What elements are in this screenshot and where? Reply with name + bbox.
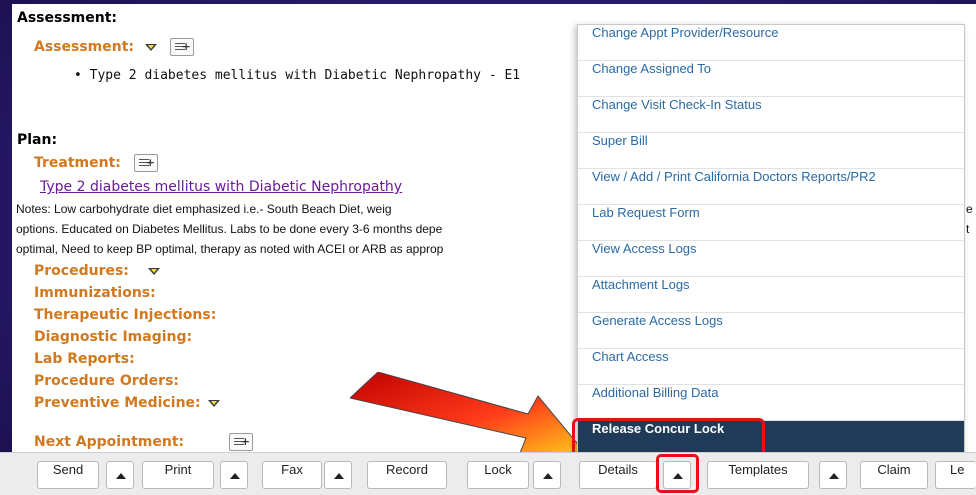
print-button[interactable]: Print: [142, 461, 214, 489]
treatment-label: Treatment:: [34, 154, 158, 172]
dropdown-triangle-icon[interactable]: [144, 43, 157, 51]
add-appointment-icon[interactable]: [228, 433, 253, 451]
preventive-medicine-label: Preventive Medicine:: [34, 395, 220, 411]
immunizations-label: Immunizations:: [34, 285, 156, 301]
procedures-label: Procedures:: [34, 263, 160, 279]
menu-item-change-appt-provider[interactable]: Change Appt Provider/Resource: [578, 25, 964, 61]
menu-item-chart-access[interactable]: Chart Access: [578, 349, 964, 385]
menu-item-california-doctors-reports[interactable]: View / Add / Print California Doctors Re…: [578, 169, 964, 205]
next-appointment-label-text: Next Appointment:: [34, 434, 185, 450]
preventive-medicine-label-text: Preventive Medicine:: [34, 395, 201, 411]
menu-item-additional-billing-data[interactable]: Additional Billing Data: [578, 385, 964, 421]
menu-item-super-bill[interactable]: Super Bill: [578, 133, 964, 169]
menu-item-attachment-logs[interactable]: Attachment Logs: [578, 277, 964, 313]
add-treatment-icon[interactable]: [133, 154, 158, 172]
templates-menu-arrow-icon[interactable]: [819, 461, 847, 489]
menu-item-lab-request-form[interactable]: Lab Request Form: [578, 205, 964, 241]
therapeutic-injections-label: Therapeutic Injections:: [34, 307, 217, 323]
assessment-sub-label-text: Assessment:: [34, 39, 135, 55]
notes-line-2: options. Educated on Diabetes Mellitus. …: [16, 222, 443, 236]
claim-button[interactable]: Claim: [860, 461, 928, 489]
menu-item-change-assigned-to[interactable]: Change Assigned To: [578, 61, 964, 97]
notes-overflow-2: t: [966, 222, 970, 236]
fax-menu-arrow-icon[interactable]: [324, 461, 352, 489]
menu-item-generate-access-logs[interactable]: Generate Access Logs: [578, 313, 964, 349]
plan-heading: Plan:: [17, 132, 58, 148]
send-button[interactable]: Send: [37, 461, 99, 489]
assessment-bullet: • Type 2 diabetes mellitus with Diabetic…: [74, 68, 521, 83]
dropdown-triangle-icon[interactable]: [147, 267, 160, 275]
treatment-link[interactable]: Type 2 diabetes mellitus with Diabetic N…: [40, 179, 402, 195]
letters-button[interactable]: Le: [935, 461, 976, 489]
add-note-icon[interactable]: [169, 38, 194, 56]
diagnostic-imaging-label: Diagnostic Imaging:: [34, 329, 193, 345]
lock-menu-arrow-icon[interactable]: [533, 461, 561, 489]
bottom-toolbar: Send Print Fax Record Lock Details Templ…: [0, 452, 976, 495]
print-menu-arrow-icon[interactable]: [220, 461, 248, 489]
templates-button[interactable]: Templates: [707, 461, 809, 489]
fax-button[interactable]: Fax: [262, 461, 322, 489]
procedures-label-text: Procedures:: [34, 263, 129, 279]
pointer-arrow-icon: [350, 372, 588, 459]
next-appointment-label: Next Appointment:: [34, 433, 253, 451]
notes-line-1: Notes: Low carbohydrate diet emphasized …: [16, 202, 392, 216]
record-button[interactable]: Record: [367, 461, 447, 489]
highlight-details-arrow: [656, 454, 699, 493]
lock-button[interactable]: Lock: [467, 461, 529, 489]
notes-line-3: optimal, Need to keep BP optimal, therap…: [16, 242, 444, 256]
send-menu-arrow-icon[interactable]: [106, 461, 134, 489]
lab-reports-label: Lab Reports:: [34, 351, 135, 367]
treatment-label-text: Treatment:: [34, 155, 121, 171]
procedure-orders-label: Procedure Orders:: [34, 373, 179, 389]
assessment-sub-label: Assessment:: [34, 38, 194, 56]
notes-overflow-1: e: [966, 202, 973, 216]
details-dropdown-menu: Change Appt Provider/Resource Change Ass…: [577, 24, 965, 464]
menu-item-change-check-in-status[interactable]: Change Visit Check-In Status: [578, 97, 964, 133]
menu-item-view-access-logs[interactable]: View Access Logs: [578, 241, 964, 277]
assessment-heading: Assessment:: [17, 10, 118, 26]
details-button[interactable]: Details: [579, 461, 657, 489]
dropdown-triangle-icon[interactable]: [207, 399, 220, 407]
